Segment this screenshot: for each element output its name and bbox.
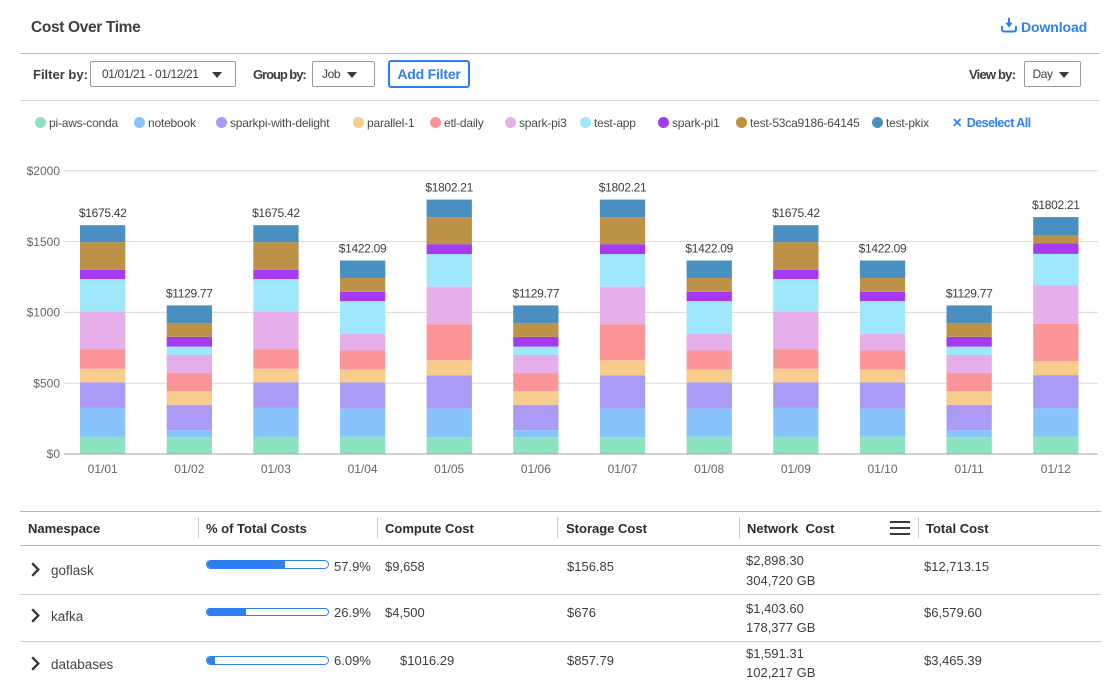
svg-text:$1500: $1500: [27, 235, 61, 249]
svg-text:01/10: 01/10: [867, 462, 897, 476]
svg-text:01/11: 01/11: [955, 462, 984, 476]
svg-text:01/09: 01/09: [781, 462, 811, 476]
svg-text:$1675.42: $1675.42: [772, 206, 820, 220]
svg-text:01/07: 01/07: [608, 462, 638, 476]
svg-text:01/12: 01/12: [1041, 462, 1071, 476]
svg-text:$1129.77: $1129.77: [946, 286, 993, 300]
svg-text:01/02: 01/02: [174, 462, 204, 476]
svg-text:$1802.21: $1802.21: [1032, 198, 1080, 212]
svg-text:$500: $500: [33, 376, 60, 390]
svg-text:$1802.21: $1802.21: [599, 181, 647, 195]
svg-text:$1422.09: $1422.09: [859, 242, 907, 256]
svg-text:$2000: $2000: [27, 164, 61, 178]
svg-text:$1422.09: $1422.09: [339, 242, 387, 256]
svg-text:01/01: 01/01: [88, 462, 118, 476]
svg-text:01/04: 01/04: [348, 462, 378, 476]
svg-text:01/06: 01/06: [521, 462, 551, 476]
svg-text:$1129.77: $1129.77: [513, 286, 560, 300]
svg-text:$0: $0: [47, 447, 61, 461]
svg-text:$1422.09: $1422.09: [685, 242, 733, 256]
svg-text:$1675.42: $1675.42: [252, 206, 300, 220]
svg-text:$1129.77: $1129.77: [166, 286, 213, 300]
svg-text:$1675.42: $1675.42: [79, 206, 127, 220]
svg-text:$1802.21: $1802.21: [425, 181, 473, 195]
svg-text:01/05: 01/05: [434, 462, 464, 476]
svg-text:01/03: 01/03: [261, 462, 291, 476]
svg-text:$1000: $1000: [27, 306, 61, 320]
svg-text:01/08: 01/08: [694, 462, 724, 476]
